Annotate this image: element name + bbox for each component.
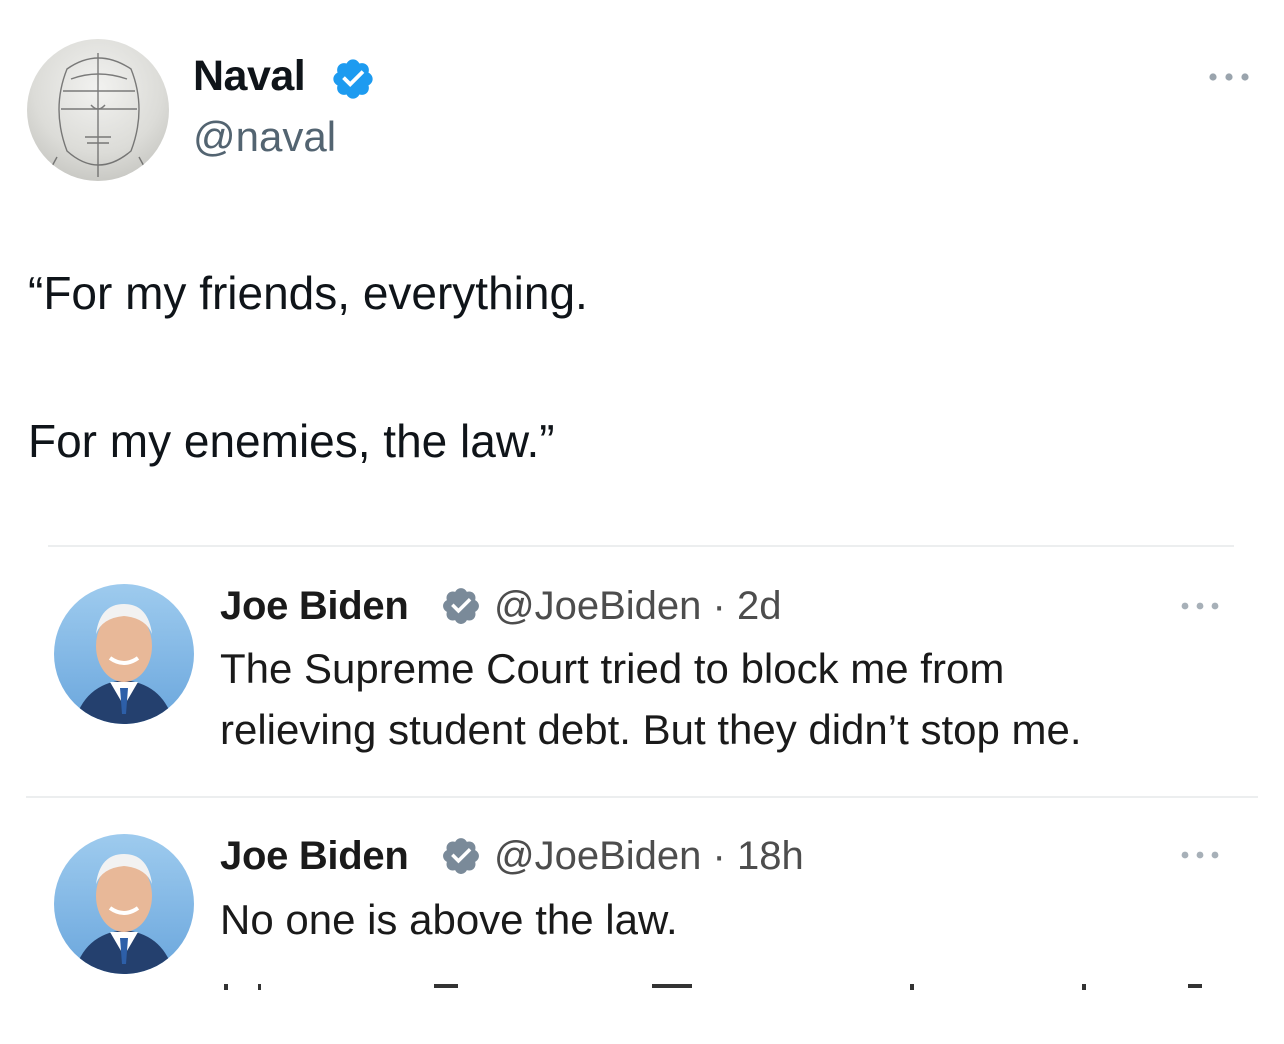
verified-badge-icon	[443, 838, 479, 874]
tweet-text-line-2: For my enemies, the law.”	[28, 415, 555, 467]
divider	[26, 796, 1258, 798]
embedded-author-avatar[interactable]	[54, 584, 194, 724]
divider	[48, 545, 1234, 547]
embedded-author-name[interactable]: Joe Biden	[220, 584, 409, 629]
embedded-text-line: The Supreme Court tried to block me from	[220, 645, 1005, 692]
sketch-face-image	[44, 53, 152, 180]
tweet-text-line-1: “For my friends, everything.	[28, 267, 588, 319]
more-options-icon[interactable]	[1177, 843, 1223, 867]
embedded-handle-time[interactable]: @JoeBiden · 2d	[494, 584, 781, 629]
embedded-handle-time[interactable]: @JoeBiden · 18h	[494, 834, 804, 879]
author-name[interactable]: Naval	[193, 52, 306, 101]
embedded-text-line: No one is above the law.	[220, 896, 678, 943]
verified-badge-icon	[443, 588, 479, 624]
cutoff-text-fragment	[224, 984, 1202, 990]
portrait-image	[74, 854, 174, 974]
embedded-author-name[interactable]: Joe Biden	[220, 834, 409, 879]
embedded-text-line: relieving student debt. But they didn’t …	[220, 706, 1082, 753]
portrait-image	[74, 604, 174, 724]
more-options-icon[interactable]	[1177, 594, 1223, 618]
author-handle[interactable]: @naval	[193, 113, 336, 161]
embedded-author-avatar[interactable]	[54, 834, 194, 974]
author-avatar[interactable]	[27, 39, 169, 181]
verified-badge-icon	[333, 59, 373, 99]
more-options-icon[interactable]	[1205, 62, 1253, 92]
